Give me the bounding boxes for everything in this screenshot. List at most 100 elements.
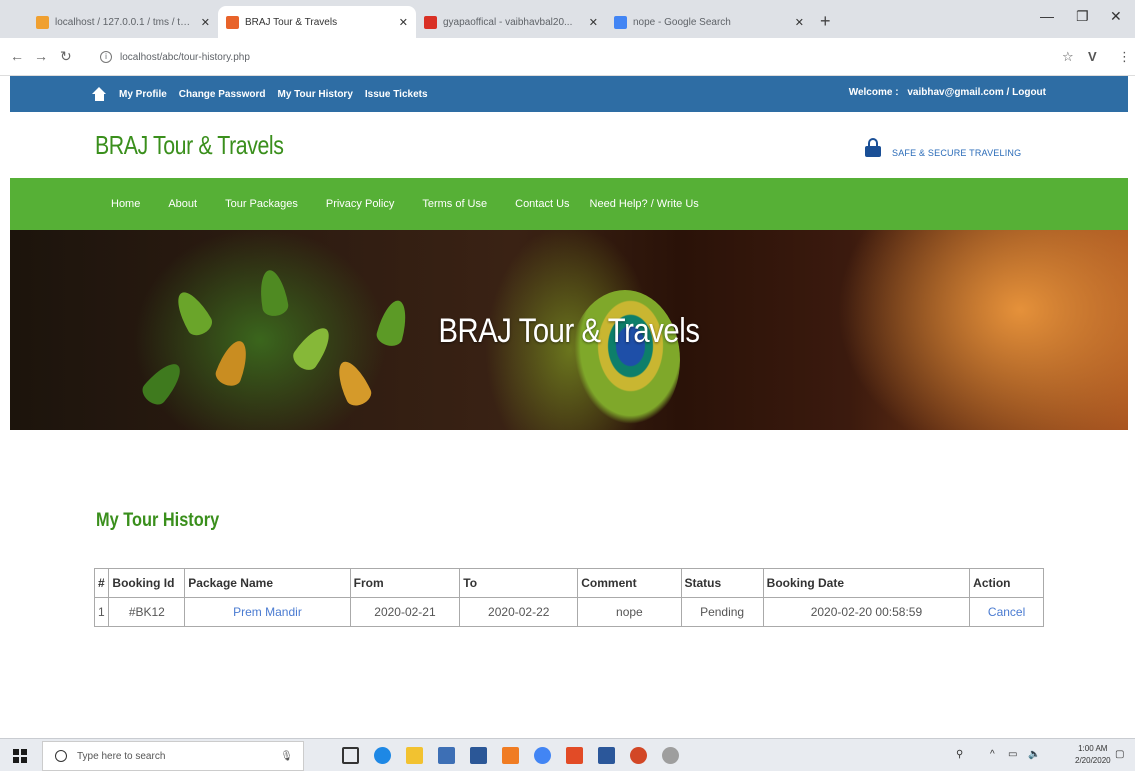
comment-cell: nope — [577, 597, 682, 627]
mail-icon[interactable] — [470, 747, 487, 764]
window-close-icon[interactable]: ✕ — [1110, 8, 1122, 25]
leaf-decoration — [331, 356, 375, 410]
tab-label: nope - Google Search — [633, 16, 731, 28]
close-icon[interactable]: ✕ — [201, 16, 210, 29]
my-tour-history-link[interactable]: My Tour History — [278, 89, 353, 100]
url-field[interactable]: i localhost/abc/tour-history.php — [100, 46, 1060, 68]
browser-tab[interactable]: localhost / 127.0.0.1 / tms / tbl... ✕ — [28, 6, 218, 38]
windows-start-icon[interactable] — [13, 749, 27, 763]
battery-icon[interactable]: ▭ — [1008, 749, 1017, 760]
tab-label: gyapaoffical - vaibhavbal20... — [443, 16, 573, 28]
forward-arrow-icon[interactable]: → — [34, 48, 48, 64]
nav-terms-of-use[interactable]: Terms of Use — [422, 198, 487, 210]
column-header: Booking Id — [108, 568, 186, 598]
user-top-bar: My Profile Change Password My Tour Histo… — [10, 76, 1128, 112]
column-header: Package Name — [184, 568, 351, 598]
gmail-favicon-icon — [424, 15, 437, 29]
welcome-label: Welcome : — [848, 87, 899, 98]
browser-tab[interactable]: nope - Google Search ✕ — [606, 6, 812, 38]
nav-home[interactable]: Home — [111, 198, 140, 210]
banner-title: BRAJ Tour & Travels — [438, 312, 700, 350]
hero-banner: BRAJ Tour & Travels — [10, 230, 1128, 430]
chrome-icon[interactable] — [534, 747, 551, 764]
phpmyadmin-favicon-icon — [36, 15, 49, 29]
nav-tour-packages[interactable]: Tour Packages — [225, 198, 298, 210]
google-favicon-icon — [614, 15, 627, 29]
maximize-icon[interactable]: ❐ — [1076, 8, 1089, 25]
leaf-decoration — [138, 357, 188, 409]
booking-date-cell: 2020-02-20 00:58:59 — [762, 597, 971, 627]
lock-icon — [865, 138, 881, 157]
close-icon[interactable]: ✕ — [795, 16, 804, 29]
site-logo-text[interactable]: BRAJ Tour & Travels — [95, 130, 284, 161]
volume-icon[interactable]: 🔈 — [1028, 749, 1040, 760]
edge-browser-icon[interactable] — [374, 747, 391, 764]
browser-tab-active[interactable]: BRAJ Tour & Travels ✕ — [218, 6, 416, 38]
browser-tab[interactable]: gyapaoffical - vaibhavbal20... ✕ — [416, 6, 606, 38]
store-icon[interactable] — [438, 747, 455, 764]
home-icon[interactable] — [92, 87, 107, 101]
search-placeholder: Type here to search — [77, 750, 166, 762]
package-name-cell: Prem Mandir — [184, 597, 351, 627]
logout-link[interactable]: vaibhav@gmail.com / Logout — [907, 87, 1046, 98]
row-number: 1 — [93, 597, 110, 627]
notifications-icon[interactable]: ▢ — [1115, 749, 1124, 760]
close-icon[interactable]: ✕ — [399, 16, 408, 29]
nav-about[interactable]: About — [168, 198, 197, 210]
bookmark-star-icon[interactable]: ☆ — [1062, 49, 1074, 65]
column-header: From — [349, 568, 461, 598]
word-icon[interactable] — [598, 747, 615, 764]
page-title: My Tour History — [96, 510, 220, 531]
issue-tickets-link[interactable]: Issue Tickets — [365, 89, 428, 100]
main-nav: Home About Tour Packages Privacy Policy … — [10, 178, 1128, 230]
column-header: To — [459, 568, 579, 598]
leaf-decoration — [256, 268, 290, 318]
column-header: Comment — [577, 568, 682, 598]
menu-dots-icon[interactable]: ⋮ — [1118, 49, 1131, 65]
clock-time: 1:00 AM — [1078, 744, 1108, 753]
welcome-area: Welcome : vaibhav@gmail.com / Logout — [843, 87, 1046, 98]
change-password-link[interactable]: Change Password — [179, 89, 266, 100]
tour-history-table: # Booking Id Package Name From To Commen… — [93, 568, 1044, 627]
back-arrow-icon[interactable]: ← — [10, 48, 24, 64]
to-date-cell: 2020-02-22 — [459, 597, 579, 627]
cancel-booking-link[interactable]: Cancel — [988, 605, 1025, 619]
reload-icon[interactable]: ↻ — [60, 48, 72, 65]
tab-label: BRAJ Tour & Travels — [245, 16, 338, 28]
address-bar: ← → ↻ i localhost/abc/tour-history.php ☆… — [0, 38, 1135, 76]
secure-travel-tagline: SAFE & SECURE TRAVELING — [892, 148, 1022, 158]
file-explorer-icon[interactable] — [406, 747, 423, 764]
app-icon[interactable] — [662, 747, 679, 764]
windows-taskbar: Type here to search 🎙 ⚲ ^ ▭ 🔈 1:00 AM 2/… — [0, 738, 1135, 771]
booking-id-cell: #BK12 — [108, 597, 186, 627]
column-header: Booking Date — [762, 568, 971, 598]
info-icon[interactable]: i — [100, 51, 112, 63]
column-header: Action — [969, 568, 1044, 598]
browser-tab-bar: localhost / 127.0.0.1 / tms / tbl... ✕ B… — [0, 0, 1135, 38]
nav-contact-us[interactable]: Contact Us — [515, 198, 569, 210]
column-header: Status — [680, 568, 764, 598]
close-icon[interactable]: ✕ — [589, 16, 598, 29]
status-cell: Pending — [680, 597, 764, 627]
task-view-icon[interactable] — [342, 747, 359, 764]
clock-date: 2/20/2020 — [1075, 756, 1111, 765]
cortana-icon — [55, 750, 67, 762]
nav-privacy-policy[interactable]: Privacy Policy — [326, 198, 394, 210]
new-tab-icon[interactable]: + — [820, 11, 831, 32]
microphone-icon[interactable]: 🎙 — [280, 751, 293, 762]
sublime-text-icon[interactable] — [566, 747, 583, 764]
extension-icon[interactable]: V — [1088, 49, 1097, 64]
powerpoint-icon[interactable] — [630, 747, 647, 764]
site-favicon-icon — [226, 15, 239, 29]
column-header: # — [93, 568, 110, 598]
action-cell: Cancel — [969, 597, 1044, 627]
taskbar-search-box[interactable]: Type here to search 🎙 — [42, 741, 304, 771]
my-profile-link[interactable]: My Profile — [119, 89, 167, 100]
people-icon[interactable]: ⚲ — [956, 749, 963, 760]
show-hidden-icons-icon[interactable]: ^ — [990, 749, 995, 760]
nav-need-help[interactable]: Need Help? / Write Us — [590, 198, 699, 210]
system-clock[interactable]: 1:00 AM 2/20/2020 — [1075, 743, 1111, 767]
minimize-icon[interactable]: — — [1040, 8, 1054, 24]
xampp-icon[interactable] — [502, 747, 519, 764]
package-link[interactable]: Prem Mandir — [233, 605, 302, 619]
